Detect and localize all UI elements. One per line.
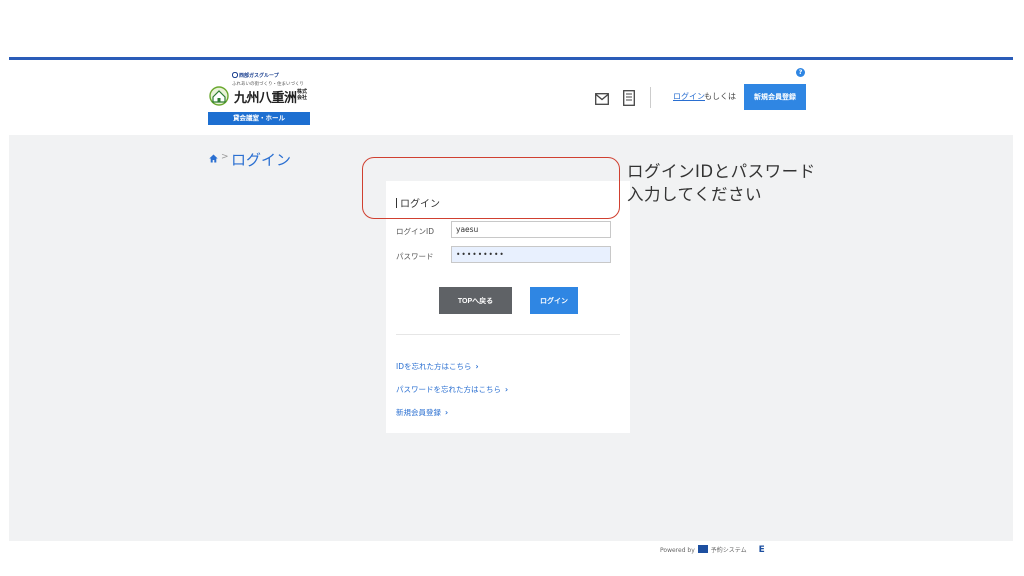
home-icon[interactable]	[209, 154, 218, 163]
page-title: ログイン	[231, 151, 292, 169]
annotation-line-2: 入力してください	[627, 185, 763, 204]
password-input[interactable]	[451, 246, 611, 263]
login-button[interactable]: ログイン	[530, 287, 578, 314]
logo-group-name: 西部ガスグループ	[239, 73, 279, 79]
register-button[interactable]: 新規会員登録	[744, 84, 806, 110]
house-emblem-icon	[209, 86, 229, 106]
chevron-right-icon: ›	[445, 408, 449, 417]
forgot-password-text: パスワードを忘れた方はこちら	[396, 385, 501, 394]
logo-badge: 貸会議室・ホール	[208, 112, 310, 125]
header-login-link[interactable]: ログイン	[673, 91, 705, 102]
system-label: 予約システム	[710, 547, 747, 554]
chevron-right-icon: ›	[475, 362, 479, 371]
register-link[interactable]: 新規会員登録 ›	[396, 407, 448, 418]
footer: Powered by 予約システム E	[660, 545, 765, 559]
forgot-id-text: IDを忘れた方はこちら	[396, 362, 472, 371]
annotation-highlight	[362, 157, 620, 219]
annotation-line-1: ログインIDとパスワード	[627, 162, 816, 181]
provider-mark-icon: E	[758, 545, 765, 555]
annotation-callout: ログインIDとパスワード 入力してください	[627, 160, 816, 206]
powered-by-text: Powered by	[660, 547, 695, 554]
logo-company-suffix: 株式会社	[297, 89, 308, 101]
mail-icon[interactable]	[595, 93, 609, 105]
or-text: もしくは	[704, 92, 736, 101]
login-id-label: ログインID	[396, 227, 434, 236]
register-link-text: 新規会員登録	[396, 408, 441, 417]
login-id-input[interactable]	[451, 221, 611, 238]
breadcrumb-separator: >	[221, 152, 229, 162]
site-logo[interactable]: 西部ガスグループ ふれあいの街づくり・住まいづくり 九州八重洲 株式会社 貸会議…	[208, 72, 318, 128]
panel-divider	[396, 334, 620, 335]
header-divider	[650, 87, 651, 108]
help-icon[interactable]: ?	[796, 68, 805, 77]
logo-company-name: 九州八重洲	[234, 91, 297, 106]
chevron-right-icon: ›	[505, 385, 509, 394]
group-mark-icon	[232, 72, 238, 78]
back-to-top-button[interactable]: TOPへ戻る	[439, 287, 512, 314]
forgot-id-link[interactable]: IDを忘れた方はこちら ›	[396, 361, 479, 372]
forgot-password-link[interactable]: パスワードを忘れた方はこちら ›	[396, 384, 508, 395]
provider-logo-icon	[697, 545, 708, 553]
browser-content: 西部ガスグループ ふれあいの街づくり・住まいづくり 九州八重洲 株式会社 貸会議…	[9, 57, 1013, 541]
password-label: パスワード	[396, 252, 434, 261]
document-icon[interactable]	[623, 90, 635, 106]
site-header: 西部ガスグループ ふれあいの街づくり・住まいづくり 九州八重洲 株式会社 貸会議…	[9, 60, 1013, 135]
